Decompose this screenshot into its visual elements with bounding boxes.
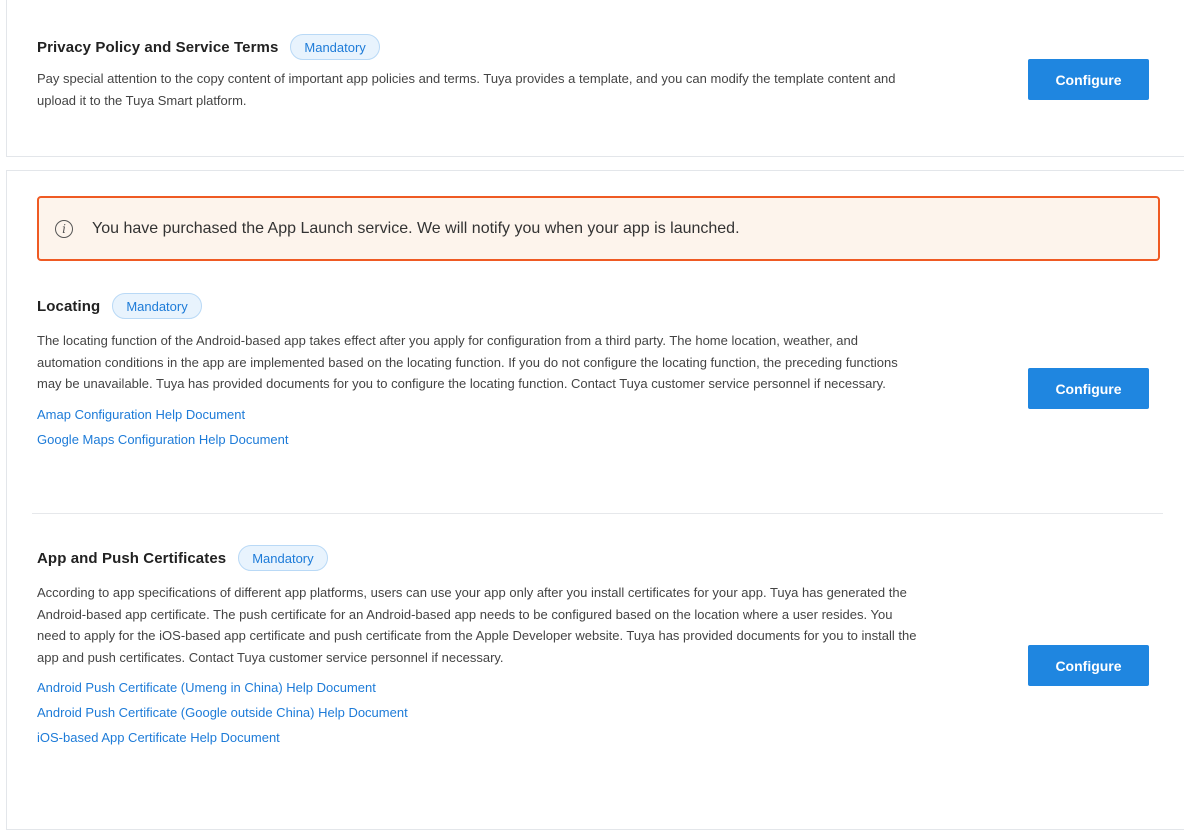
privacy-section: Privacy Policy and Service Terms Mandato… bbox=[37, 32, 1162, 111]
amap-help-link[interactable]: Amap Configuration Help Document bbox=[37, 402, 245, 427]
certificates-links: Android Push Certificate (Umeng in China… bbox=[37, 675, 1162, 750]
privacy-title: Privacy Policy and Service Terms bbox=[37, 38, 279, 56]
android-push-umeng-help-link[interactable]: Android Push Certificate (Umeng in China… bbox=[37, 675, 376, 700]
locating-configure-button[interactable]: Configure bbox=[1028, 368, 1149, 409]
google-maps-help-link[interactable]: Google Maps Configuration Help Document bbox=[37, 427, 288, 452]
section-divider bbox=[32, 513, 1163, 514]
privacy-title-row: Privacy Policy and Service Terms Mandato… bbox=[37, 32, 1162, 62]
mandatory-badge: Mandatory bbox=[238, 545, 328, 571]
certificates-title-row: App and Push Certificates Mandatory bbox=[37, 543, 1162, 573]
locating-description: The locating function of the Android-bas… bbox=[37, 333, 898, 391]
ios-app-certificate-help-link[interactable]: iOS-based App Certificate Help Document bbox=[37, 725, 280, 750]
certificates-description: According to app specifications of diffe… bbox=[37, 585, 917, 665]
certificates-title: App and Push Certificates bbox=[37, 549, 227, 567]
alert-text: You have purchased the App Launch servic… bbox=[92, 219, 740, 237]
launch-notice-alert: i You have purchased the App Launch serv… bbox=[37, 196, 1160, 261]
locating-section: Locating Mandatory The locating function… bbox=[37, 291, 1162, 452]
locating-title-row: Locating Mandatory bbox=[37, 291, 1162, 321]
certificates-section: App and Push Certificates Mandatory Acco… bbox=[37, 543, 1162, 750]
locating-title: Locating bbox=[37, 297, 101, 315]
privacy-description: Pay special attention to the copy conten… bbox=[37, 71, 896, 108]
privacy-configure-button[interactable]: Configure bbox=[1028, 59, 1149, 100]
mandatory-badge: Mandatory bbox=[290, 34, 380, 60]
certificates-configure-button[interactable]: Configure bbox=[1028, 645, 1149, 686]
android-push-google-help-link[interactable]: Android Push Certificate (Google outside… bbox=[37, 700, 408, 725]
locating-links: Amap Configuration Help Document Google … bbox=[37, 402, 1162, 452]
info-icon: i bbox=[55, 219, 73, 238]
mandatory-badge: Mandatory bbox=[112, 293, 202, 319]
